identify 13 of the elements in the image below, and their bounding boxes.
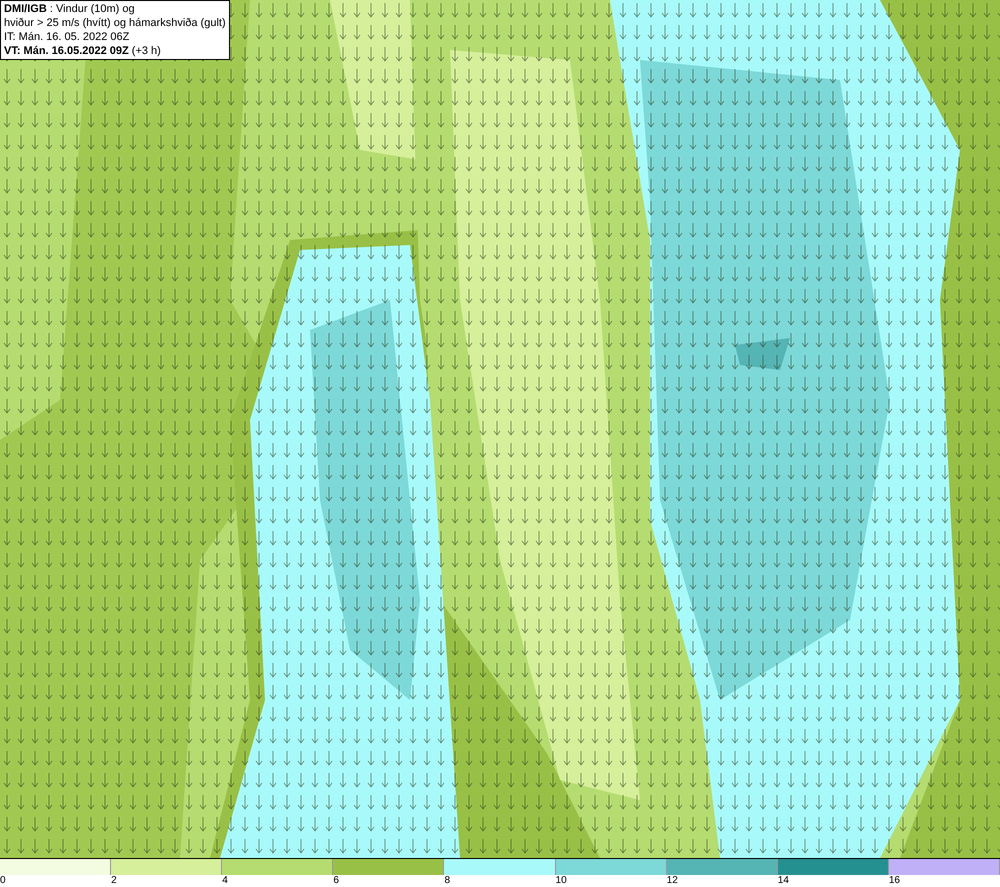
legend-tick-label: 8	[444, 875, 450, 887]
legend-tick-label: 12	[666, 875, 678, 887]
legend-tick-label: 14	[778, 875, 789, 887]
title-line: IT: Mán. 16. 05. 2022 06Z	[4, 30, 130, 44]
title-line: hviður > 25 m/s (hvítt) og hámarkshviða (gult)	[4, 16, 226, 30]
title-line: VT: Mán. 16.05.2022 09Z (+3 h)	[4, 44, 162, 58]
legend-tick-label: 4	[222, 875, 228, 887]
legend-tick-label: 2	[111, 875, 117, 887]
legend-tick-label: 10	[556, 875, 567, 887]
legend-tick-label: 0	[0, 875, 6, 887]
title-line: DMI/IGB : Vindur (10m) og	[4, 2, 136, 16]
legend-tick-label: 16	[888, 875, 900, 887]
legend-tick-label: 6	[333, 875, 339, 887]
